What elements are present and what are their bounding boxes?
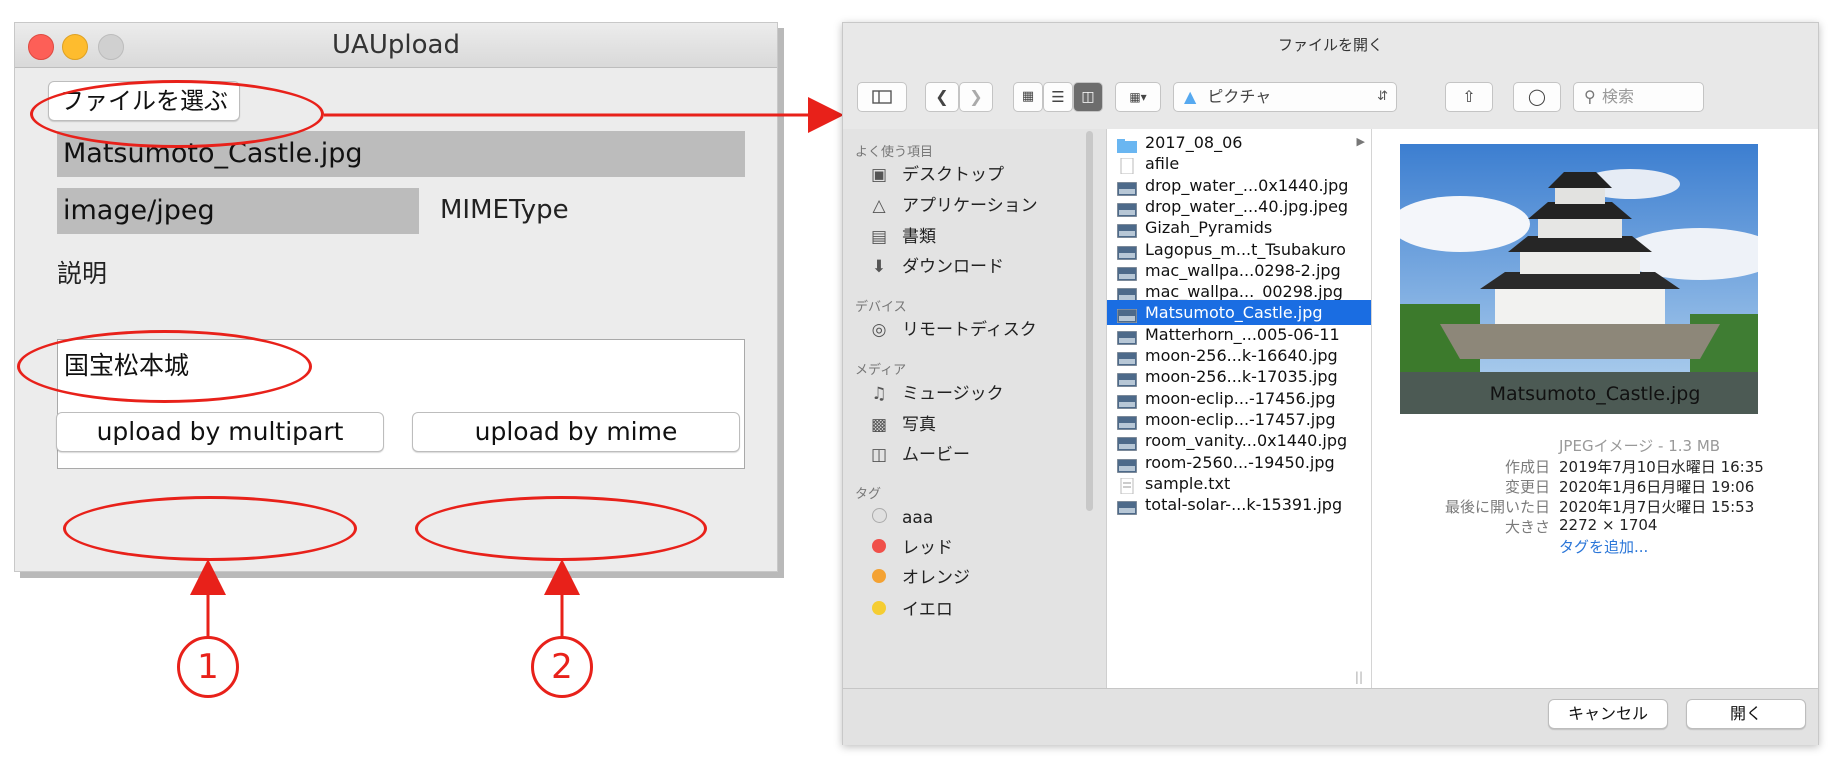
sidebar-item-downloads[interactable]: ⬇ ダウンロード (866, 252, 1004, 282)
last-opened-label: 最後に開いた日 (1444, 498, 1550, 516)
tag-dot-icon (871, 508, 887, 523)
created-label: 作成日 (1504, 458, 1550, 476)
sidebar-item-tag-yellow[interactable]: イエロ (866, 595, 953, 625)
sidebar-item-remote-disc[interactable]: ◎ リモートディスク (866, 315, 1037, 345)
preview-file-name: Matsumoto_Castle.jpg (1489, 383, 1701, 405)
group-icon: ▦▾ (1129, 90, 1147, 104)
sidebar-header-devices: デバイス (855, 300, 907, 315)
sidebar-item-tag-red[interactable]: レッド (866, 533, 953, 563)
image-thumbnail-icon (1116, 500, 1138, 516)
created-value: 2019年7月10日水曜日 16:35 (1559, 458, 1764, 476)
sidebar-item-label: リモートディスク (902, 320, 1037, 340)
last-opened-value: 2020年1月7日火曜日 15:53 (1559, 498, 1755, 516)
castle-preview-image (1400, 144, 1758, 414)
tag-dot-icon (872, 601, 886, 615)
dialog-bottom-bar: キャンセル 開く (843, 688, 1818, 745)
sidebar-header-favorites: よく使う項目 (855, 145, 934, 160)
columns-icon: ◫ (1081, 89, 1095, 105)
sidebar-item-label: aaa (902, 508, 934, 528)
add-tag-link[interactable]: タグを追加... (1559, 536, 1648, 557)
column-view-button[interactable]: ◫ (1073, 82, 1103, 112)
preview-pane: Matsumoto_Castle.jpg JPEGイメージ - 1.3 MB 作… (1372, 129, 1818, 688)
back-button[interactable]: ❮ (925, 82, 959, 112)
desktop-icon: ▣ (870, 165, 888, 185)
tag-dot-icon (872, 539, 886, 553)
documents-icon: ▤ (870, 227, 888, 247)
grid-icon: ▦ (1021, 89, 1035, 104)
tag-button[interactable]: ◯ (1513, 82, 1561, 112)
sidebar-item-applications[interactable]: △ アプリケーション (866, 191, 1038, 221)
file-list-column: 2017_08_06 afile drop_water_...0x1440.jpg d… (1107, 129, 1372, 688)
cancel-button[interactable]: キャンセル (1548, 699, 1668, 729)
dimensions-label: 大きさ (1504, 518, 1550, 536)
sidebar-item-label: オレンジ (902, 568, 970, 588)
share-icon: ⇧ (1462, 87, 1476, 106)
disclosure-triangle-icon[interactable]: ▶ (1357, 135, 1365, 148)
tag-icon: ◯ (1528, 87, 1546, 106)
sidebar-item-label: ムービー (902, 445, 970, 465)
dialog-title: ファイルを開く (843, 23, 1818, 67)
search-icon: ⚲ (1584, 87, 1596, 106)
annotation-marker-2: 2 (531, 636, 593, 698)
sidebar-item-label: レッド (902, 538, 953, 558)
open-file-dialog: ファイルを開く ❮ ❯ ▦ ☰ ◫ ▦▾ ▲ ピクチャ ⇵ ⇧ ◯ ⚲ 検索 よ… (842, 22, 1819, 745)
folder-icon: ▲ (1184, 87, 1197, 106)
disc-icon: ◎ (871, 320, 887, 340)
preview-kind-size: JPEGイメージ - 1.3 MB (1559, 437, 1721, 455)
downloads-icon: ⬇ (871, 257, 887, 277)
sidebar-item-movies[interactable]: ◫ ムービー (866, 440, 970, 470)
tag-dot-icon (872, 569, 886, 583)
updown-chevron-icon: ⇵ (1377, 89, 1388, 104)
sidebar-item-tag-orange[interactable]: オレンジ (866, 563, 970, 593)
sidebar-item-label: アプリケーション (902, 196, 1038, 216)
sidebar-item-tag-aaa[interactable]: aaa (866, 503, 933, 533)
sidebar-icon (872, 90, 892, 104)
sidebar-header-tags: タグ (855, 487, 882, 502)
open-button[interactable]: 開く (1686, 699, 1806, 729)
sidebar-item-music[interactable]: ♫ ミュージック (866, 379, 1004, 409)
sidebar-scrollbar[interactable] (1086, 131, 1093, 511)
sidebar-item-label: 書類 (902, 227, 936, 247)
sidebar-header-media: メディア (855, 363, 907, 378)
forward-button[interactable]: ❯ (959, 82, 993, 112)
sidebar-item-label: ダウンロード (902, 257, 1004, 277)
location-popup[interactable]: ▲ ピクチャ ⇵ (1173, 82, 1397, 112)
sidebar-item-label: デスクトップ (902, 165, 1004, 185)
annotation-marker-1: 1 (177, 636, 239, 698)
chevron-right-icon: ❯ (969, 87, 983, 106)
list-view-button[interactable]: ☰ (1043, 82, 1073, 112)
file-row[interactable]: total-solar-...k-15391.jpg (1107, 492, 1371, 517)
sidebar-item-label: イエロ (902, 600, 953, 620)
group-by-button[interactable]: ▦▾ (1115, 82, 1161, 112)
sidebar-item-label: 写真 (902, 415, 936, 435)
camera-icon: ▩ (870, 415, 888, 435)
sidebar-item-photos[interactable]: ▩ 写真 (866, 410, 936, 440)
search-placeholder: 検索 (1602, 87, 1635, 106)
share-button[interactable]: ⇧ (1445, 82, 1493, 112)
sidebar-item-label: ミュージック (902, 384, 1004, 404)
music-icon: ♫ (871, 384, 887, 404)
sidebar-item-desktop[interactable]: ▣ デスクトップ (866, 160, 1004, 190)
file-name: total-solar-...k-15391.jpg (1145, 495, 1343, 515)
search-field[interactable]: ⚲ 検索 (1573, 82, 1704, 112)
list-icon: ☰ (1051, 88, 1065, 106)
icon-view-button[interactable]: ▦ (1013, 82, 1043, 112)
dimensions-value: 2272 × 1704 (1559, 516, 1658, 534)
modified-value: 2020年1月6日月曜日 19:06 (1559, 478, 1755, 496)
applications-icon: △ (872, 196, 886, 216)
modified-label: 変更日 (1504, 478, 1550, 496)
dialog-toolbar: ❮ ❯ ▦ ☰ ◫ ▦▾ ▲ ピクチャ ⇵ ⇧ ◯ ⚲ 検索 (843, 67, 1818, 130)
dialog-sidebar: よく使う項目 ▣ デスクトップ △ アプリケーション ▤ 書類 ⬇ ダウンロード デバイ… (843, 129, 1107, 688)
location-label: ピクチャ (1207, 87, 1272, 106)
chevron-left-icon: ❮ (935, 87, 949, 106)
film-icon: ◫ (870, 445, 888, 465)
sidebar-item-documents[interactable]: ▤ 書類 (866, 222, 936, 252)
sidebar-toggle-button[interactable] (857, 82, 907, 112)
column-resize-handle[interactable]: || (1355, 670, 1363, 684)
